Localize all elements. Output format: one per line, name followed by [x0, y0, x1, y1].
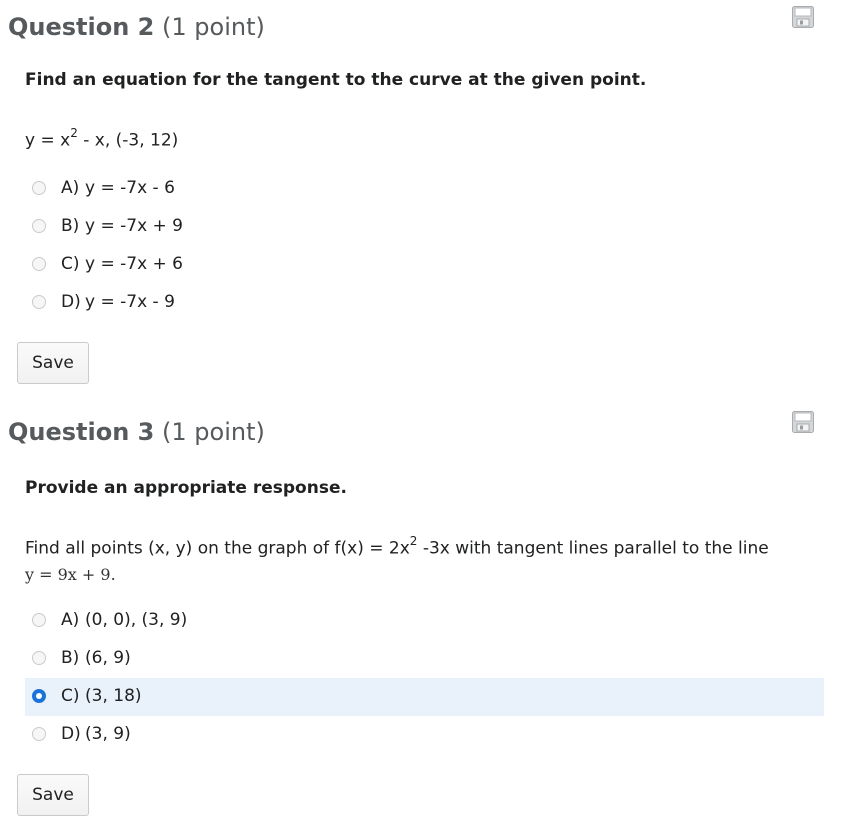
option-c[interactable]: C) (3, 18): [25, 678, 824, 716]
prompt-text-tail: -3x with tangent lines parallel to the l…: [417, 538, 769, 559]
radio-button[interactable]: [32, 257, 46, 271]
option-letter: C): [61, 686, 80, 706]
prompt-text-tail: - x, (-3, 12): [77, 130, 179, 151]
option-letter: A): [61, 610, 80, 630]
prompt-exponent: 2: [409, 534, 418, 548]
prompt-equation: y = 9x + 9.: [25, 564, 116, 584]
option-b[interactable]: B) (6, 9): [25, 640, 824, 678]
question-title: Question 3: [8, 418, 155, 446]
prompt-exponent: 2: [70, 126, 78, 140]
prompt-text: Find all points (x, y) on the graph of f…: [25, 538, 410, 559]
floppy-disk-icon[interactable]: [792, 411, 814, 433]
save-button[interactable]: Save: [17, 774, 89, 816]
radio-button[interactable]: [32, 613, 46, 627]
quiz-page: Question 2 (1 point) Find an equation fo…: [0, 0, 844, 826]
question-header: Question 3 (1 point): [8, 417, 265, 447]
option-letter: B): [61, 648, 80, 668]
question-prompt: y = x2 - x, (-3, 12): [25, 126, 179, 151]
option-text: y = -7x - 9: [85, 292, 175, 312]
option-c[interactable]: C) y = -7x + 6: [25, 246, 824, 284]
option-letter: C): [61, 254, 80, 274]
option-letter: D): [61, 724, 81, 744]
question-points: (1 point): [162, 13, 265, 41]
radio-button[interactable]: [32, 651, 46, 665]
question-instruction: Provide an appropriate response.: [25, 478, 347, 498]
option-b[interactable]: B) y = -7x + 9: [25, 208, 824, 246]
question-prompt: Find all points (x, y) on the graph of f…: [25, 530, 815, 588]
option-text: (3, 18): [85, 686, 142, 706]
floppy-disk-icon[interactable]: [792, 6, 814, 28]
option-text: (3, 9): [85, 724, 131, 744]
option-letter: A): [61, 178, 80, 198]
radio-button[interactable]: [32, 219, 46, 233]
save-button[interactable]: Save: [17, 342, 89, 384]
question-title: Question 2: [8, 13, 155, 41]
question-header: Question 2 (1 point): [8, 12, 265, 42]
option-text: y = -7x - 6: [85, 178, 175, 198]
question-points: (1 point): [162, 418, 265, 446]
prompt-text: y = x: [25, 130, 71, 151]
option-d[interactable]: D) y = -7x - 9: [25, 284, 824, 322]
option-text: y = -7x + 6: [85, 254, 183, 274]
option-letter: B): [61, 216, 80, 236]
option-a[interactable]: A) y = -7x - 6: [25, 170, 824, 208]
question-instruction: Find an equation for the tangent to the …: [25, 70, 647, 90]
option-text: (0, 0), (3, 9): [85, 610, 188, 630]
option-d[interactable]: D) (3, 9): [25, 716, 824, 754]
option-text: (6, 9): [85, 648, 131, 668]
answer-options: A) y = -7x - 6 B) y = -7x + 9 C) y = -7x…: [25, 170, 824, 322]
radio-button-selected[interactable]: [32, 689, 46, 703]
radio-button[interactable]: [32, 727, 46, 741]
option-letter: D): [61, 292, 81, 312]
radio-button[interactable]: [32, 181, 46, 195]
radio-button[interactable]: [32, 295, 46, 309]
answer-options: A) (0, 0), (3, 9) B) (6, 9) C) (3, 18) D…: [25, 602, 824, 754]
option-text: y = -7x + 9: [85, 216, 183, 236]
option-a[interactable]: A) (0, 0), (3, 9): [25, 602, 824, 640]
